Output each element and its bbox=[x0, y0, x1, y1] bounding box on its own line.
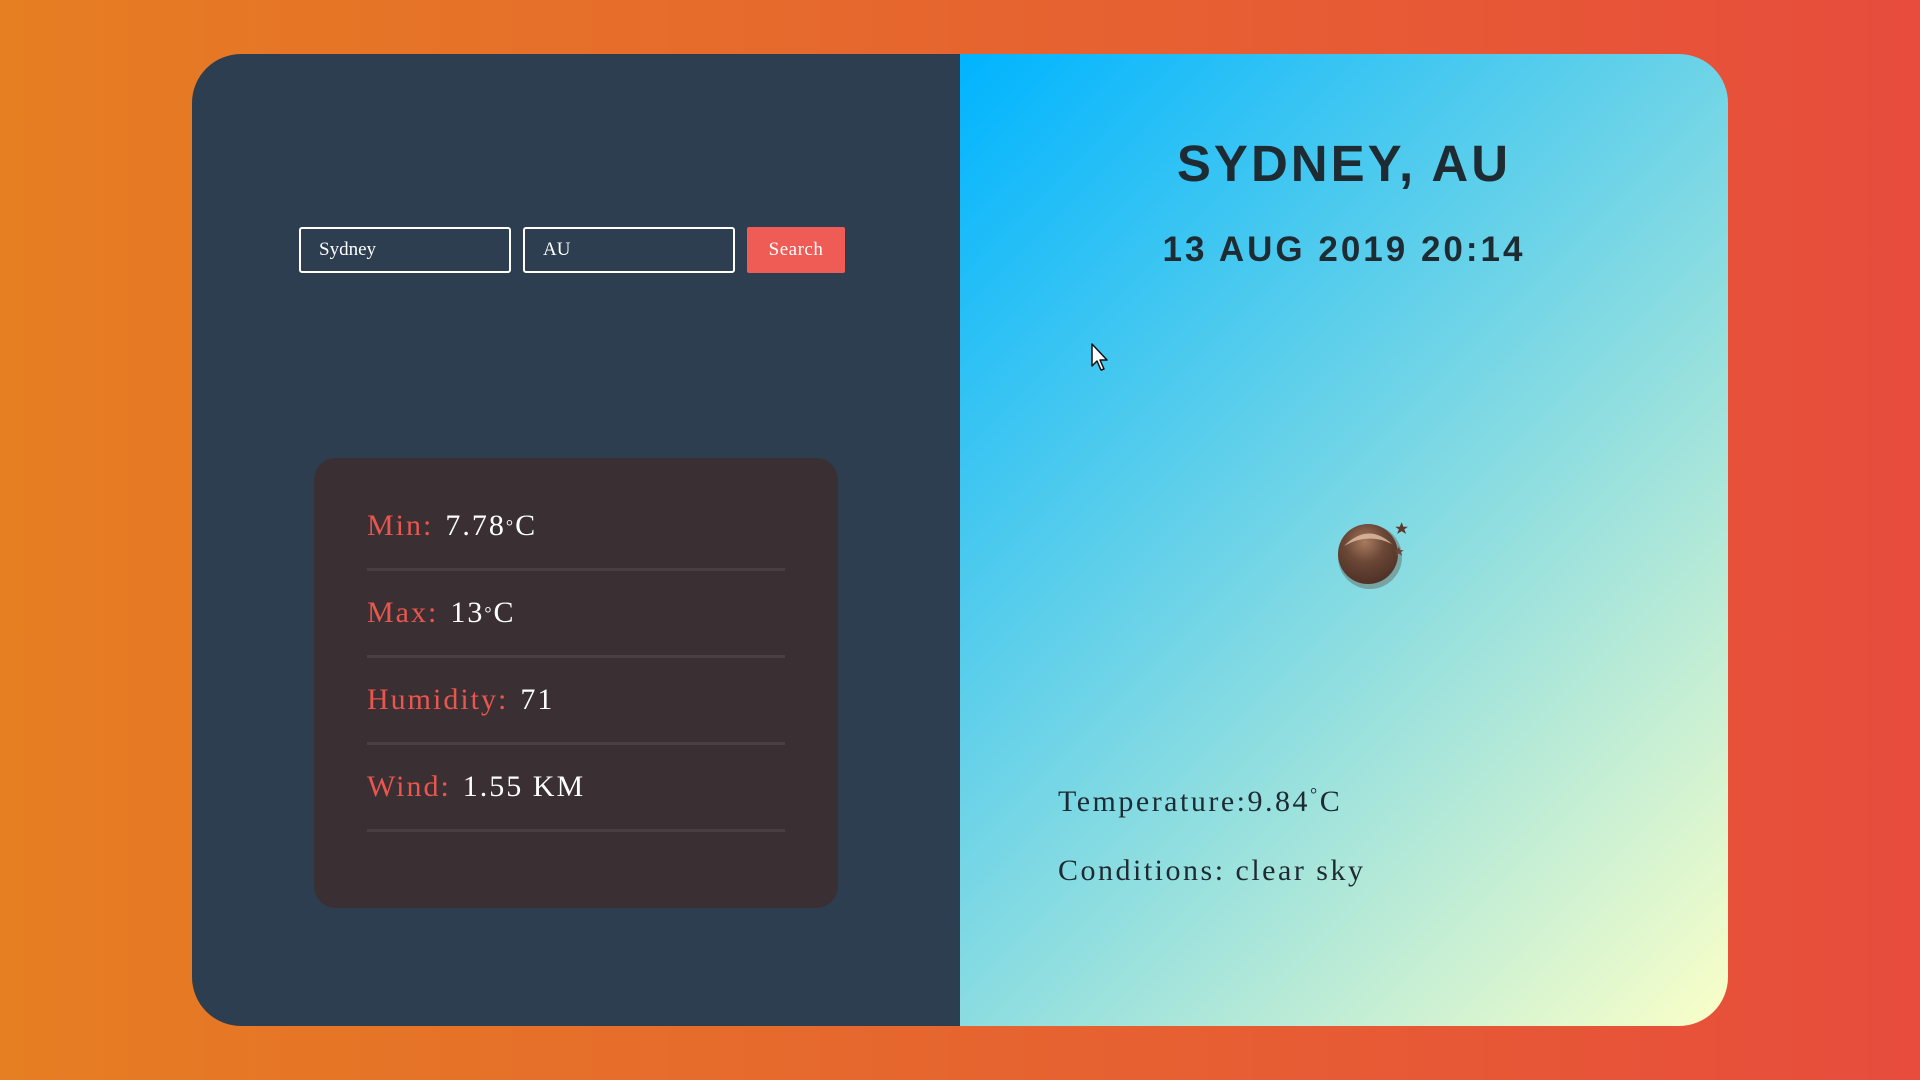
humidity-row: Humidity: 71 bbox=[367, 658, 785, 745]
city-title: SYDNEY, AU bbox=[1176, 135, 1512, 192]
country-input[interactable] bbox=[523, 227, 735, 273]
temperature-label: Temperature: bbox=[1058, 785, 1248, 818]
degree-symbol: ° bbox=[1309, 784, 1320, 804]
wind-row: Wind: 1.55 KM bbox=[367, 745, 785, 832]
humidity-label: Humidity: bbox=[367, 683, 509, 716]
conditions-value: clear sky bbox=[1235, 854, 1366, 887]
conditions-readout: Conditions: clear sky bbox=[1058, 854, 1365, 888]
unit-label: C bbox=[515, 509, 538, 542]
search-button[interactable]: Search bbox=[747, 227, 845, 273]
temperature-readout: Temperature:9.84°C bbox=[1058, 784, 1342, 819]
wind-label: Wind: bbox=[367, 770, 451, 803]
max-temp-row: Max: 13 ° C bbox=[367, 571, 785, 658]
max-temp-value: 13 bbox=[450, 596, 485, 629]
left-panel: Search Min: 7.78°C Max: 13°C Humidity: 7… bbox=[192, 54, 960, 1026]
conditions-label: Conditions: bbox=[1058, 854, 1226, 887]
city-input[interactable] bbox=[299, 227, 511, 273]
unit-label: C bbox=[1319, 785, 1343, 818]
weather-details-card: Min: 7.78 ° C Max: 13 ° C Humidity: 71 Wind:… bbox=[314, 458, 838, 908]
min-temp-value: 7.78 bbox=[445, 509, 506, 542]
unit-label: C bbox=[493, 596, 516, 629]
degree-symbol: ° bbox=[484, 602, 494, 623]
mouse-cursor-icon bbox=[1091, 343, 1108, 371]
right-panel: SYDNEY, AU 13 AUG 2019 20:14 Temperature… bbox=[960, 54, 1728, 1026]
temperature-value: 9.84 bbox=[1247, 785, 1310, 818]
wind-value: 1.55 KM bbox=[462, 770, 586, 803]
min-temp-label: Min: bbox=[367, 509, 434, 542]
weather-app-card: Search Min: 7.78°C Max: 13°C Humidity: 7… bbox=[192, 54, 1728, 1026]
clear-night-moon-icon bbox=[1338, 522, 1408, 589]
degree-symbol: ° bbox=[505, 515, 516, 536]
min-temp-row: Min: 7.78 ° C bbox=[367, 484, 785, 571]
search-form: Search bbox=[299, 227, 845, 273]
humidity-value: 71 bbox=[520, 683, 555, 716]
max-temp-label: Max: bbox=[367, 596, 439, 629]
date-time: 13 AUG 2019 20:14 bbox=[1162, 230, 1526, 269]
